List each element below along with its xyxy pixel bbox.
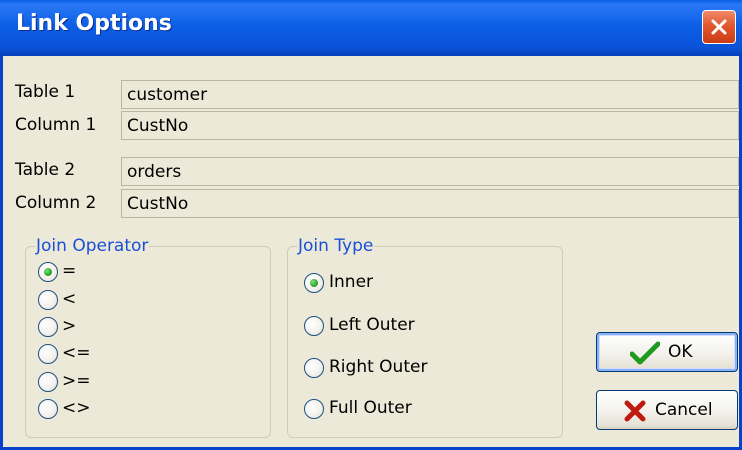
table1-field[interactable]: customer <box>121 80 739 109</box>
table2-label: Table 2 <box>15 160 76 180</box>
window-title: Link Options <box>16 11 172 36</box>
radio-button[interactable] <box>38 344 58 364</box>
table1-label: Table 1 <box>15 82 76 102</box>
radio-selected-dot <box>310 279 318 287</box>
cancel-button[interactable]: Cancel <box>596 390 738 430</box>
column1-field[interactable]: CustNo <box>121 111 739 140</box>
radio-button[interactable] <box>38 262 58 282</box>
close-icon <box>711 19 727 35</box>
radio-button[interactable] <box>304 399 324 419</box>
table2-field[interactable]: orders <box>121 157 739 186</box>
link-options-dialog: Link Options Table 1 customer Column 1 C… <box>0 0 742 450</box>
operator-label: < <box>62 289 77 309</box>
operator-label: >= <box>62 371 91 391</box>
column2-label: Column 2 <box>15 193 97 213</box>
join-type-label: Right Outer <box>329 357 428 377</box>
join-type-label: Inner <box>329 272 374 292</box>
operator-label: = <box>62 261 77 281</box>
radio-selected-dot <box>44 268 52 276</box>
checkmark-icon <box>630 341 660 365</box>
operator-label: > <box>62 316 77 336</box>
radio-button[interactable] <box>304 273 324 293</box>
radio-button[interactable] <box>38 372 58 392</box>
ok-button[interactable]: OK <box>596 332 738 372</box>
join-operator-legend: Join Operator <box>35 236 150 256</box>
column1-label: Column 1 <box>15 115 97 135</box>
operator-label: <> <box>62 398 91 418</box>
radio-button[interactable] <box>304 358 324 378</box>
operator-label: <= <box>62 343 91 363</box>
join-type-label: Left Outer <box>329 315 415 335</box>
x-mark-icon <box>624 400 646 422</box>
radio-button[interactable] <box>38 399 58 419</box>
close-button[interactable] <box>702 10 736 44</box>
cancel-button-label: Cancel <box>655 400 713 420</box>
radio-button[interactable] <box>38 317 58 337</box>
column2-field[interactable]: CustNo <box>121 189 739 218</box>
ok-button-label: OK <box>668 342 693 362</box>
radio-button[interactable] <box>38 290 58 310</box>
join-type-legend: Join Type <box>297 236 375 256</box>
title-bar[interactable]: Link Options <box>0 0 742 56</box>
join-type-label: Full Outer <box>329 398 412 418</box>
radio-button[interactable] <box>304 316 324 336</box>
